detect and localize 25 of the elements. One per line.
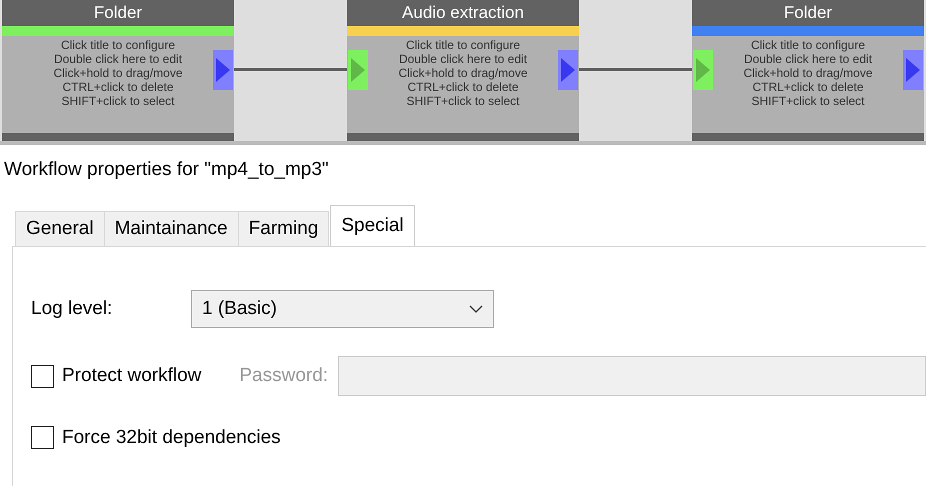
chevron-down-icon: [469, 305, 483, 313]
node-title[interactable]: Folder: [2, 0, 234, 26]
tab[interactable]: Farming: [238, 211, 330, 246]
workflow-node[interactable]: Audio extraction Click title to configure Double click here to edit Click+hold to drag/move CTRL+click to delete SHIFT+click to select: [347, 0, 579, 141]
workflow-node[interactable]: Folder Click title to configure Double click here to edit Click+hold to drag/move CTRL+click to delete SHIFT+click to select: [2, 0, 234, 141]
output-port-icon[interactable]: [558, 50, 578, 90]
input-port-icon[interactable]: [693, 50, 713, 90]
log-level-label: Log level:: [31, 298, 114, 320]
protect-workflow-checkbox[interactable]: Protect workflow: [31, 364, 202, 388]
node-title[interactable]: Folder: [692, 0, 924, 26]
input-port-icon[interactable]: [348, 50, 368, 90]
node-hint-text: Click title to configure Double click here to edit Click+hold to drag/move CTRL+click to delete SHIFT+click to select: [52, 37, 184, 108]
output-port-icon[interactable]: [213, 50, 233, 90]
workflow-node[interactable]: Folder Click title to configure Double click here to edit Click+hold to drag/move CTRL+click to delete SHIFT+click to select: [692, 0, 924, 141]
log-level-dropdown[interactable]: 1 (Basic): [191, 290, 494, 328]
password-label: Password:: [239, 365, 328, 387]
tab[interactable]: General: [15, 211, 105, 246]
node-hint-text: Click title to configure Double click here to edit Click+hold to drag/move CTRL+click to delete SHIFT+click to select: [742, 37, 874, 108]
tab[interactable]: Special: [330, 205, 415, 246]
node-hint-text: Click title to configure Double click here to edit Click+hold to drag/move CTRL+click to delete SHIFT+click to select: [397, 37, 529, 108]
node-title[interactable]: Audio extraction: [347, 0, 579, 26]
tab[interactable]: Maintainance: [104, 211, 239, 246]
output-port-icon[interactable]: [903, 50, 923, 90]
force-32bit-checkbox[interactable]: Force 32bit dependencies: [31, 426, 281, 449]
properties-title: Workflow properties for "mp4_to_mp3": [3, 158, 330, 182]
